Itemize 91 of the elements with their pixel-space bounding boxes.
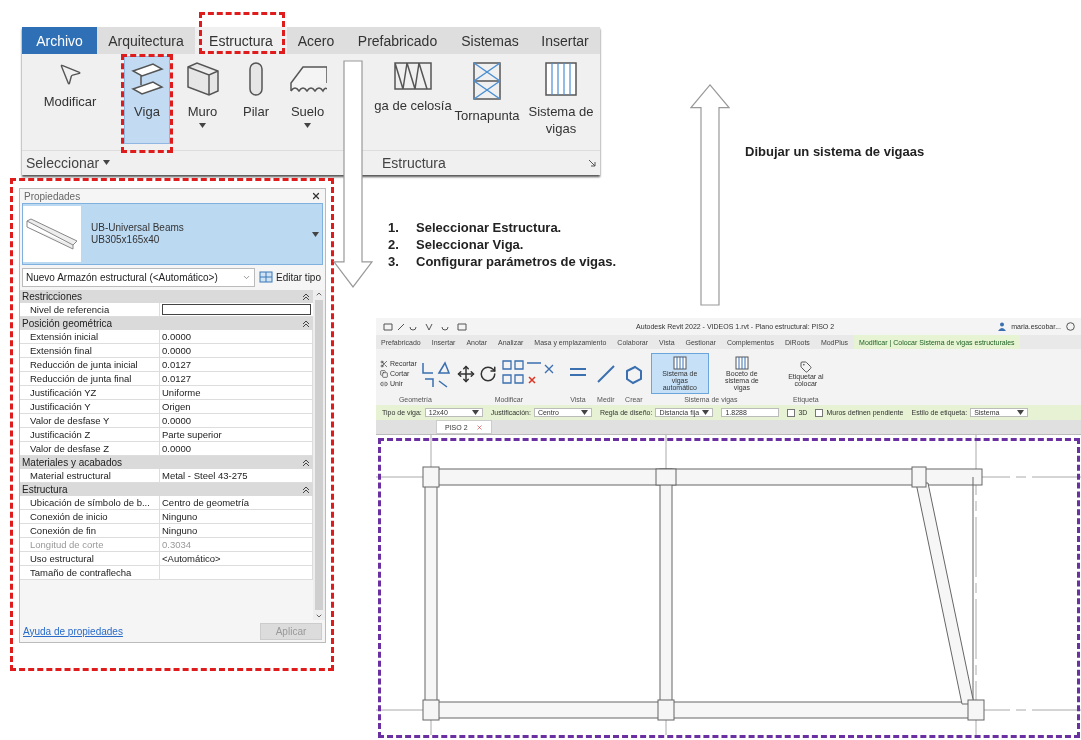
type-family: UB-Universal Beams xyxy=(91,222,185,234)
caption-text: Dibujar un sistema de vigaas xyxy=(745,144,926,159)
ribbon-tool-button[interactable]: Pilar xyxy=(237,56,275,145)
step-number: 2. xyxy=(388,237,400,252)
type-name: UB305x165x40 xyxy=(91,234,161,246)
edit-type-button[interactable]: Editar tipo xyxy=(258,271,323,283)
collapse-icon[interactable] xyxy=(303,486,309,493)
caret-icon xyxy=(103,160,111,166)
property-name: Justificación Y xyxy=(20,400,160,413)
beam-thumbnail-icon xyxy=(25,217,79,251)
group-header[interactable]: Posición geométrica xyxy=(20,317,313,330)
brace-icon xyxy=(472,61,502,102)
input-field[interactable] xyxy=(162,304,311,315)
user-icon xyxy=(998,322,1007,331)
collapse-icon[interactable] xyxy=(303,320,309,327)
instance-dropdown[interactable]: Nuevo Armazón estructural (<Automático>) xyxy=(22,267,255,287)
collapse-icon[interactable] xyxy=(303,459,309,466)
collapse-icon[interactable] xyxy=(303,293,309,300)
step-number: 1. xyxy=(388,220,400,235)
property-name: Nivel de referencia xyxy=(20,303,160,316)
ribbon-tool-button[interactable]: Sistema de vigas xyxy=(524,56,598,145)
checkbox[interactable] xyxy=(815,408,824,417)
caret-icon xyxy=(471,410,479,415)
beam-system-icon xyxy=(672,356,687,370)
property-name: Justificación YZ xyxy=(20,386,160,399)
ribbon-tool-button[interactable]: Tornapunta xyxy=(452,56,522,145)
file-tab[interactable]: Archivo xyxy=(22,27,97,55)
chevron-up-icon[interactable] xyxy=(315,290,323,298)
launcher-icon[interactable] xyxy=(588,158,596,167)
chevron-down-icon[interactable] xyxy=(315,612,323,620)
ribbon-tool-button[interactable]: Muro xyxy=(180,56,225,145)
ribbon-tab[interactable]: Prefabricado xyxy=(345,27,450,55)
panel-label[interactable]: Seleccionar xyxy=(26,154,111,171)
ribbon-tab[interactable]: Acero xyxy=(287,27,345,55)
caret-icon xyxy=(312,231,319,237)
caret-icon xyxy=(702,410,710,415)
property-name: Longitud de corte xyxy=(20,538,160,551)
ribbon-tool-button[interactable]: Suelo xyxy=(285,56,330,145)
step-number: 3. xyxy=(388,254,400,269)
caret-icon xyxy=(304,123,311,129)
ribbon-tool-button[interactable]: Modificar xyxy=(30,56,110,145)
property-name: Ubicación de símbolo de b... xyxy=(20,496,160,509)
table-grid-icon xyxy=(258,271,273,283)
tag-icon xyxy=(799,360,812,373)
panel-title: Propiedades xyxy=(24,190,81,202)
property-name: Extensión inicial xyxy=(20,330,160,343)
down-arrow-icon xyxy=(333,60,373,288)
ribbon-tool-button[interactable]: Viga xyxy=(124,56,170,145)
scrollbar[interactable] xyxy=(313,290,325,620)
property-name: Conexión de fin xyxy=(20,524,160,537)
caret-icon xyxy=(1017,410,1025,415)
copy-icon xyxy=(380,369,388,378)
group-header[interactable]: Materiales y acabados xyxy=(20,456,313,469)
up-arrow-icon xyxy=(690,84,730,306)
property-name: Conexión de inicio xyxy=(20,510,160,523)
truss-icon xyxy=(393,61,433,92)
property-name: Valor de desfase Z xyxy=(20,442,160,455)
link-icon xyxy=(380,379,388,388)
property-name: Valor de desfase Y xyxy=(20,414,160,427)
move-icon[interactable] xyxy=(456,364,475,383)
step-text: Configurar parámetros de vigas. xyxy=(416,254,617,269)
beam-system-icon xyxy=(734,356,749,370)
group-header[interactable]: Estructura xyxy=(20,483,313,496)
rotate-icon[interactable] xyxy=(478,364,497,383)
panel-label: Estructura xyxy=(382,154,446,171)
property-name: Material estructural xyxy=(20,469,160,482)
type-selector[interactable]: UB-Universal Beams UB305x165x40 xyxy=(22,203,323,265)
scissors-icon xyxy=(380,359,388,368)
close-icon[interactable] xyxy=(311,191,321,201)
wall-icon xyxy=(184,61,221,98)
ribbon-tool-button[interactable]: ga de celosía xyxy=(374,56,452,145)
ribbon-tab[interactable]: Sistemas xyxy=(450,27,530,55)
ribbon-tab[interactable]: Insertar xyxy=(530,27,600,55)
caret-icon xyxy=(580,410,588,415)
ribbon-tab[interactable]: Arquitectura xyxy=(97,27,195,55)
property-name: Reducción de junta final xyxy=(20,372,160,385)
column-icon xyxy=(246,61,266,98)
property-name: Reducción de junta inicial xyxy=(20,358,160,371)
property-name: Tamaño de contraflecha xyxy=(20,566,160,579)
property-name: Uso estructural xyxy=(20,552,160,565)
beam-icon xyxy=(129,61,165,98)
property-name: Extensión final xyxy=(20,344,160,357)
step-text: Seleccionar Estructura. xyxy=(416,220,562,235)
caret-icon xyxy=(199,123,206,129)
group-header[interactable]: Restricciones xyxy=(20,290,313,303)
checkbox[interactable] xyxy=(787,408,796,417)
help-link[interactable]: Ayuda de propiedades xyxy=(23,625,123,637)
property-name: Justificación Z xyxy=(20,428,160,441)
beam-system-icon xyxy=(544,61,578,98)
step-text: Seleccionar Viga. xyxy=(416,237,524,252)
help-icon[interactable] xyxy=(1066,322,1075,331)
